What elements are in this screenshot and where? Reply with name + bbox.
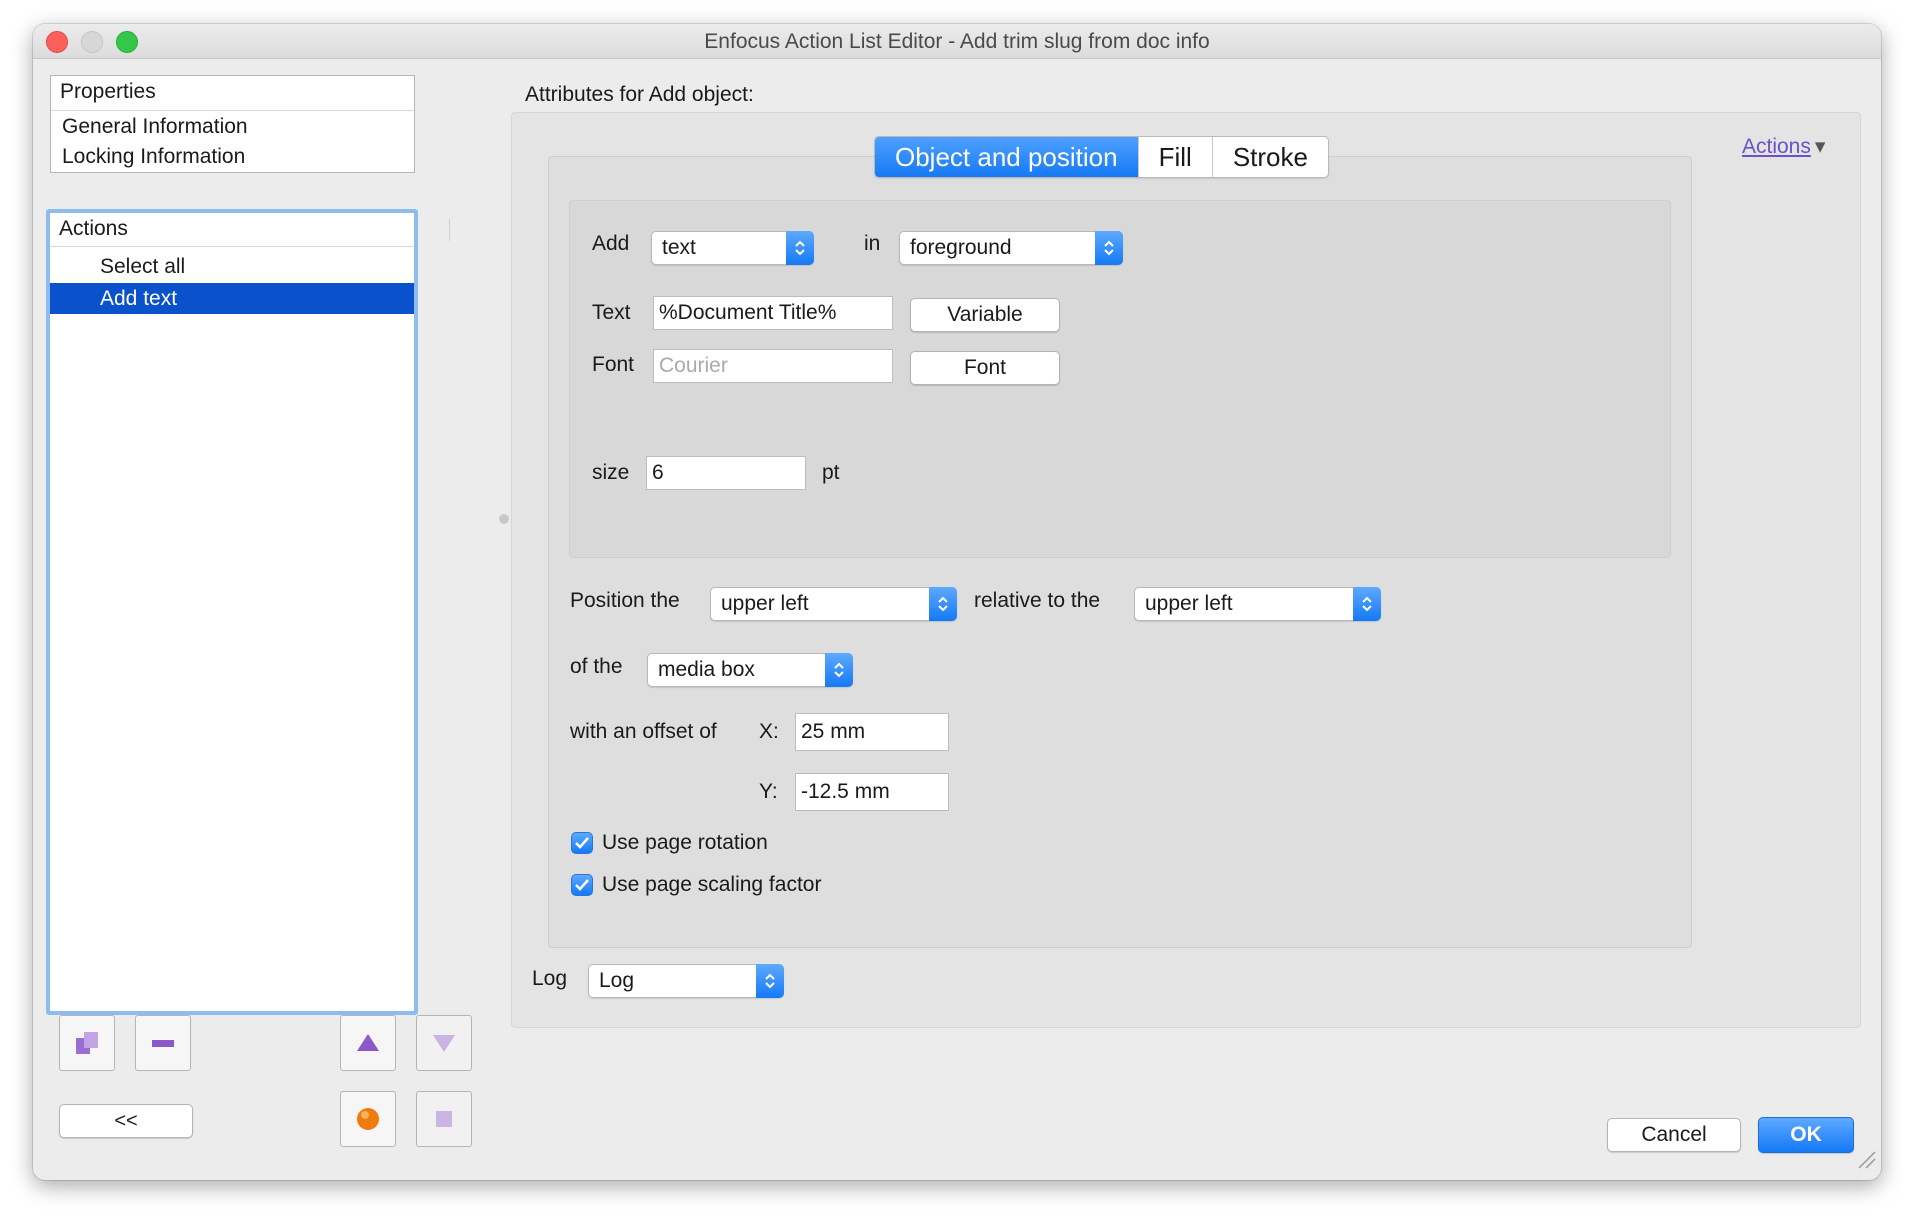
move-up-button[interactable] [340,1015,396,1071]
y-label: Y: [759,780,778,803]
duplicate-icon [76,1032,98,1054]
add-type-value: text [662,236,696,259]
minus-icon [152,1040,174,1047]
properties-item-locking[interactable]: Locking Information [62,142,245,172]
tab-bar: Object and position Fill Stroke [874,136,1329,178]
tab-stroke[interactable]: Stroke [1211,137,1328,177]
record-button[interactable] [340,1091,396,1147]
use-page-rotation-checkbox[interactable] [571,832,593,854]
box-value: media box [658,658,755,681]
box-select[interactable]: media box [647,653,853,687]
actions-list[interactable]: Actions Select all Add text [46,209,450,1015]
title-bar[interactable]: Enfocus Action List Editor - Add trim sl… [33,24,1881,59]
position-select[interactable]: upper left [710,587,957,621]
collapse-button[interactable]: << [59,1104,193,1138]
tab-fill[interactable]: Fill [1137,137,1212,177]
log-select[interactable]: Log [588,964,784,998]
record-icon [357,1108,379,1130]
position-label: Position the [570,589,680,612]
layer-value: foreground [910,236,1012,259]
cancel-button[interactable]: Cancel [1607,1118,1741,1152]
updown-arrows-icon [1095,231,1123,265]
text-label: Text [592,301,631,324]
actions-menu-link[interactable]: Actions ▾ [1742,134,1825,159]
properties-panel: Properties General Information Locking I… [50,75,415,173]
updown-arrows-icon [786,231,814,265]
add-label: Add [592,232,630,255]
checkmark-icon [575,879,589,891]
triangle-down-icon [433,1035,455,1052]
relative-select[interactable]: upper left [1134,587,1381,621]
triangle-up-icon [357,1034,379,1051]
updown-arrows-icon [1353,587,1381,621]
in-label: in [864,232,881,255]
duplicate-action-button[interactable] [59,1015,115,1071]
stop-button[interactable] [416,1091,472,1147]
updown-arrows-icon [756,964,784,998]
font-label: Font [592,353,635,376]
use-page-rotation-label: Use page rotation [602,831,768,854]
offset-label: with an offset of [570,720,717,743]
window-title: Enfocus Action List Editor - Add trim sl… [704,30,1210,53]
properties-header: Properties [51,76,414,111]
editor-window: Enfocus Action List Editor - Add trim sl… [33,24,1881,1180]
actions-header-label: Actions [59,217,128,240]
log-label: Log [532,967,568,990]
action-item-select-all[interactable]: Select all [50,251,414,282]
updown-arrows-icon [929,587,957,621]
log-value: Log [599,969,635,992]
position-value: upper left [721,592,809,615]
use-page-scaling-checkbox[interactable] [571,874,593,896]
of-the-label: of the [570,655,623,678]
properties-item-general[interactable]: General Information [62,112,248,142]
ok-button[interactable]: OK [1758,1117,1854,1153]
size-label: size [592,461,630,484]
offset-y-input[interactable]: -12.5 mm [795,773,949,811]
add-type-select[interactable]: text [651,231,814,265]
font-field[interactable]: Courier [653,349,893,383]
relative-label: relative to the [974,589,1101,612]
stop-icon [436,1111,452,1127]
use-page-scaling-label: Use page scaling factor [602,873,822,896]
actions-menu-label: Actions [1742,135,1811,158]
action-item-add-text[interactable]: Add text [50,283,414,314]
layer-select[interactable]: foreground [899,231,1123,265]
x-label: X: [759,720,779,743]
relative-value: upper left [1145,592,1233,615]
text-input[interactable]: %Document Title% [653,296,893,330]
dropdown-triangle-icon: ▾ [1814,135,1826,158]
font-button[interactable]: Font [910,351,1060,385]
splitter-handle[interactable] [499,514,509,524]
resize-grip-icon[interactable] [1855,1148,1877,1176]
size-unit-label: pt [822,461,840,484]
checkmark-icon [575,837,589,849]
size-input[interactable]: 6 [646,456,806,490]
updown-arrows-icon [825,653,853,687]
remove-action-button[interactable] [135,1015,191,1071]
tab-object-and-position[interactable]: Object and position [875,137,1138,177]
attributes-title: Attributes for Add object: [525,83,754,106]
move-down-button[interactable] [416,1015,472,1071]
header-divider [449,219,450,241]
actions-header: Actions [50,213,450,247]
variable-button[interactable]: Variable [910,298,1060,332]
offset-x-input[interactable]: 25 mm [795,713,949,751]
